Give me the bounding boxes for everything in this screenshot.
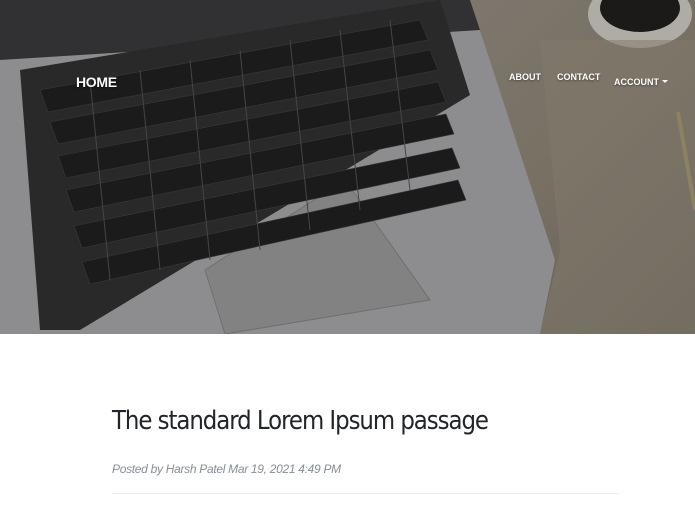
top-navbar: HOME ABOUT CONTACT ACCOUNT [0,0,695,120]
nav-about-link[interactable]: ABOUT [509,72,541,82]
post-title[interactable]: The standard Lorem Ipsum passage [112,406,489,436]
post-divider [112,493,619,494]
home-link[interactable]: HOME [76,74,117,90]
post-meta: Posted by Harsh Patel Mar 19, 2021 4:49 … [112,462,341,476]
hero-header: HOME ABOUT CONTACT ACCOUNT [0,0,695,334]
account-label: ACCOUNT [614,77,659,87]
caret-down-icon [662,80,668,83]
nav-contact-link[interactable]: CONTACT [557,72,600,82]
nav-account-dropdown[interactable]: ACCOUNT [614,77,668,87]
